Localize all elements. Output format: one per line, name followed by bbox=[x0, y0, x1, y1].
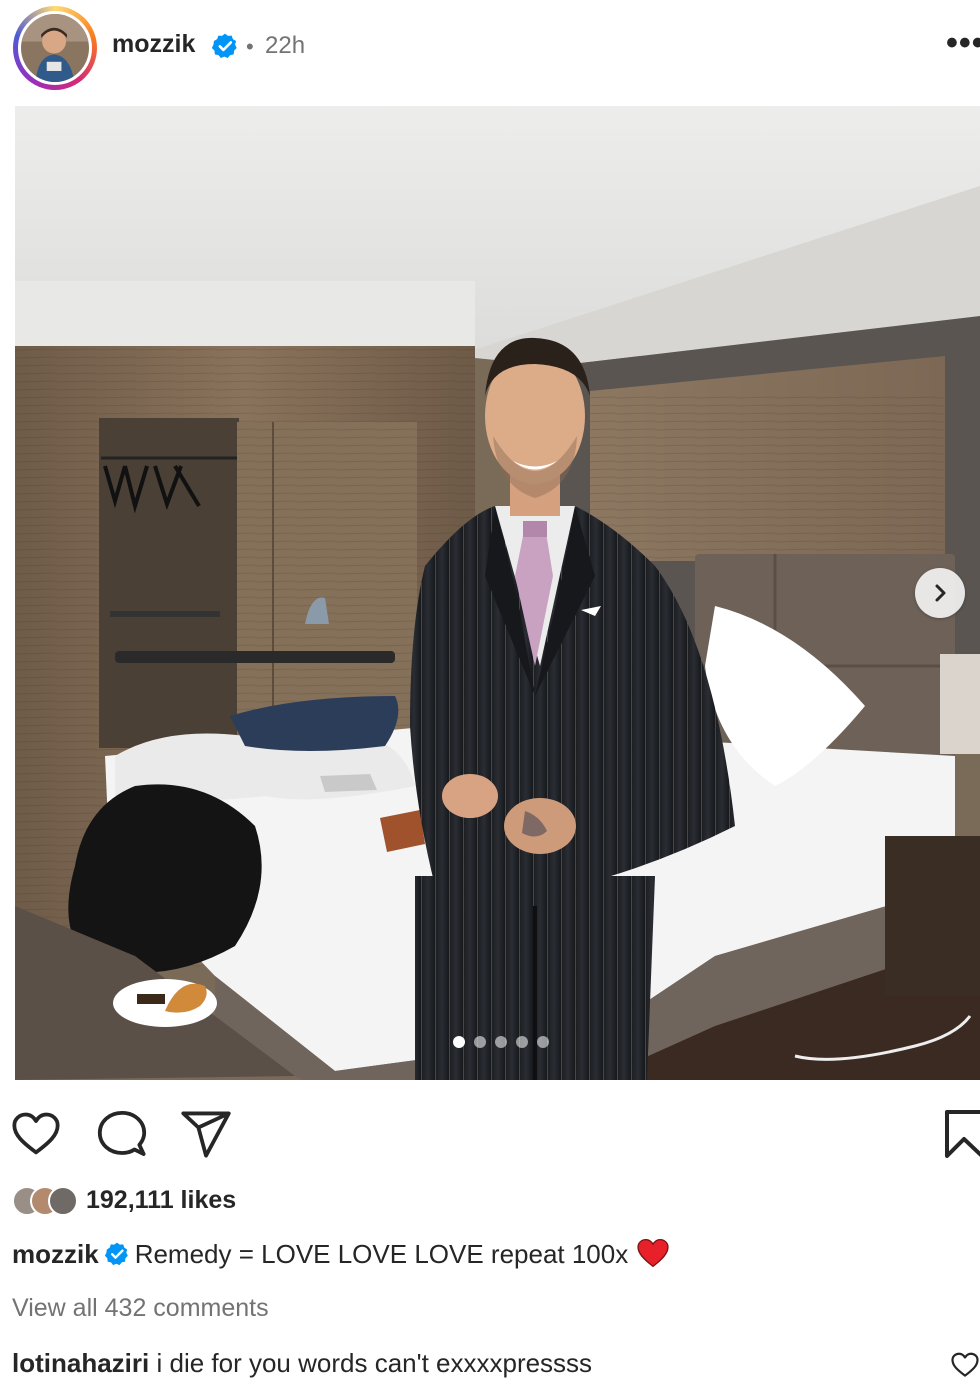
comment-like-heart-icon[interactable] bbox=[950, 1350, 980, 1380]
comment-text: i die for you words can't exxxxpressss bbox=[156, 1348, 593, 1378]
heart-outline-icon[interactable] bbox=[10, 1108, 62, 1160]
carousel-dot-4 bbox=[516, 1036, 528, 1048]
verified-badge-icon bbox=[104, 1242, 128, 1266]
red-heart-emoji-icon bbox=[637, 1239, 669, 1268]
comment-username[interactable]: lotinahaziri bbox=[12, 1348, 149, 1378]
verified-badge-icon bbox=[212, 33, 237, 59]
carousel-dot-5 bbox=[537, 1036, 549, 1048]
comment-item: lotinahaziri i die for you words can't e… bbox=[12, 1348, 592, 1379]
caption-text: Remedy = LOVE LOVE LOVE repeat 100x bbox=[134, 1239, 629, 1269]
post-username[interactable]: mozzik bbox=[112, 30, 195, 59]
story-ring[interactable] bbox=[13, 6, 97, 90]
carousel-indicator bbox=[453, 1036, 549, 1048]
caption-username[interactable]: mozzik bbox=[12, 1239, 99, 1269]
liker-avatar-3 bbox=[48, 1186, 78, 1216]
avatar[interactable] bbox=[18, 11, 92, 85]
carousel-next-button[interactable] bbox=[915, 568, 965, 618]
post-caption: mozzik Remedy = LOVE LOVE LOVE repeat 10… bbox=[12, 1238, 670, 1270]
carousel-dot-3 bbox=[495, 1036, 507, 1048]
likes-count[interactable]: 192,111 likes bbox=[86, 1186, 236, 1215]
view-all-comments-link[interactable]: View all 432 comments bbox=[12, 1294, 269, 1323]
post-image[interactable] bbox=[15, 106, 980, 1080]
separator-dot: • bbox=[246, 34, 254, 59]
post-time[interactable]: 22h bbox=[265, 32, 305, 60]
carousel-dot-1 bbox=[453, 1036, 465, 1048]
post-header: mozzik • 22h ••• bbox=[0, 0, 980, 100]
liker-avatars[interactable] bbox=[12, 1184, 82, 1220]
bookmark-icon[interactable] bbox=[942, 1108, 980, 1160]
paper-plane-icon[interactable] bbox=[180, 1108, 232, 1160]
carousel-dot-2 bbox=[474, 1036, 486, 1048]
comment-bubble-icon[interactable] bbox=[96, 1108, 148, 1160]
more-options-icon[interactable]: ••• bbox=[946, 26, 980, 60]
chevron-right-icon bbox=[935, 584, 946, 602]
action-bar bbox=[0, 1100, 980, 1170]
